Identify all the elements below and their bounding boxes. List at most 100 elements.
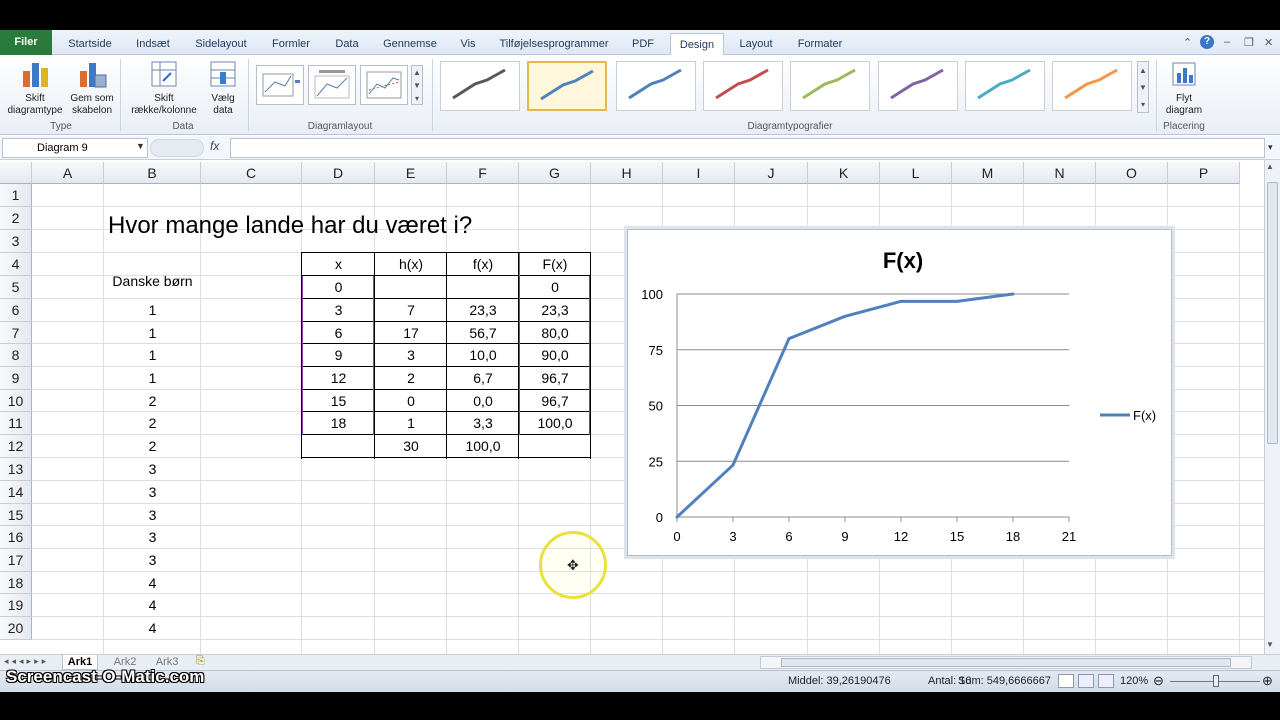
zoom-level[interactable]: 120% xyxy=(1120,675,1148,687)
table-cell[interactable]: 3 xyxy=(302,302,375,318)
b-cell-value[interactable]: 3 xyxy=(104,507,201,523)
name-box[interactable]: Diagram 9 xyxy=(2,138,148,158)
expand-formula-icon[interactable]: ▾ xyxy=(1268,142,1273,153)
tab-pdf[interactable]: PDF xyxy=(626,33,660,55)
table-cell[interactable]: 6 xyxy=(302,325,375,341)
layout-gallery-scroll[interactable]: ▲ ▼ ▾ xyxy=(411,65,423,105)
column-header-i[interactable]: I xyxy=(663,162,735,184)
styles-gallery-scroll[interactable]: ▲ ▼ ▾ xyxy=(1137,61,1149,113)
column-header-o[interactable]: O xyxy=(1096,162,1168,184)
table-header-cell[interactable]: F(x) xyxy=(519,256,591,272)
b-cell-value[interactable]: 2 xyxy=(104,415,201,431)
b-cell-value[interactable]: 4 xyxy=(104,597,201,613)
table-cell[interactable]: 0 xyxy=(375,393,447,409)
b-cell-value[interactable]: 1 xyxy=(104,347,201,363)
table-cell[interactable]: 0 xyxy=(302,279,375,295)
table-cell[interactable]: 100,0 xyxy=(447,438,519,454)
row-header-19[interactable]: 19 xyxy=(0,594,32,617)
column-header-k[interactable]: K xyxy=(808,162,880,184)
chart-style-1[interactable] xyxy=(440,61,520,111)
row-header-3[interactable]: 3 xyxy=(0,230,32,253)
table-cell[interactable]: 96,7 xyxy=(519,393,591,409)
tab-formater[interactable]: Formater xyxy=(790,33,850,55)
table-cell[interactable]: 3,3 xyxy=(447,415,519,431)
row-header-8[interactable]: 8 xyxy=(0,344,32,367)
horizontal-scrollbar[interactable] xyxy=(760,656,1252,669)
table-cell[interactable]: 100,0 xyxy=(519,415,591,431)
row-header-14[interactable]: 14 xyxy=(0,481,32,504)
tab-tilfoejelsesprogrammer[interactable]: Tilføjelsesprogrammer xyxy=(492,33,616,55)
column-header-l[interactable]: L xyxy=(880,162,952,184)
danske-boern-header[interactable]: Danske børn xyxy=(104,273,201,289)
select-all-corner[interactable] xyxy=(0,162,32,184)
chart-style-8[interactable] xyxy=(1052,61,1132,111)
tab-formler[interactable]: Formler xyxy=(264,33,318,55)
row-header-5[interactable]: 5 xyxy=(0,276,32,299)
table-cell[interactable]: 1 xyxy=(375,415,447,431)
flyt-diagram-button[interactable]: Flyt diagram xyxy=(1160,57,1208,119)
layout-thumb-3[interactable] xyxy=(360,65,408,105)
row-header-10[interactable]: 10 xyxy=(0,390,32,412)
tab-filer[interactable]: Filer xyxy=(0,30,52,55)
column-header-p[interactable]: P xyxy=(1168,162,1240,184)
column-header-d[interactable]: D xyxy=(302,162,375,184)
table-header-cell[interactable]: x xyxy=(302,256,375,272)
chart-style-4[interactable] xyxy=(703,61,783,111)
tab-vis[interactable]: Vis xyxy=(454,33,482,55)
column-header-j[interactable]: J xyxy=(735,162,808,184)
b-cell-value[interactable]: 3 xyxy=(104,529,201,545)
tab-sidelayout[interactable]: Sidelayout xyxy=(188,33,254,55)
table-cell[interactable]: 9 xyxy=(302,347,375,363)
insert-function-icon[interactable]: fx xyxy=(210,139,219,153)
scroll-up-icon[interactable]: ▲ xyxy=(1266,162,1274,171)
column-header-e[interactable]: E xyxy=(375,162,447,184)
chart-style-5[interactable] xyxy=(790,61,870,111)
chart-style-3[interactable] xyxy=(616,61,696,111)
row-header-1[interactable]: 1 xyxy=(0,184,32,207)
b-cell-value[interactable]: 1 xyxy=(104,325,201,341)
page-break-view-icon[interactable] xyxy=(1098,674,1114,688)
column-header-n[interactable]: N xyxy=(1024,162,1096,184)
chart-style-2[interactable] xyxy=(527,61,607,111)
b-cell-value[interactable]: 3 xyxy=(104,484,201,500)
skift-raekke-kolonne-button[interactable]: Skift række/kolonne xyxy=(124,57,204,119)
layout-thumb-1[interactable] xyxy=(256,65,304,105)
minimize-icon[interactable]: – xyxy=(1224,36,1230,48)
vertical-scrollbar[interactable]: ▲ ▼ xyxy=(1264,160,1280,654)
row-header-17[interactable]: 17 xyxy=(0,549,32,572)
chart-style-6[interactable] xyxy=(878,61,958,111)
sheet-title-cell[interactable]: Hvor mange lande har du været i? xyxy=(108,212,472,240)
table-header-cell[interactable]: f(x) xyxy=(447,256,519,272)
tab-layout[interactable]: Layout xyxy=(732,33,780,55)
gem-som-skabelon-button[interactable]: Gem som skabelon xyxy=(66,57,118,119)
tab-startside[interactable]: Startside xyxy=(62,33,118,55)
horizontal-scroll-thumb[interactable] xyxy=(781,658,1231,667)
b-cell-value[interactable]: 1 xyxy=(104,302,201,318)
b-cell-value[interactable]: 2 xyxy=(104,438,201,454)
close-icon[interactable]: ✕ xyxy=(1264,36,1273,49)
row-header-6[interactable]: 6 xyxy=(0,299,32,322)
chart-object[interactable]: F(x) 0 25 50 75 100 0 3 6 9 12 15 18 21 F(x) xyxy=(627,229,1172,556)
zoom-slider-thumb[interactable] xyxy=(1213,675,1219,687)
table-cell[interactable]: 18 xyxy=(302,415,375,431)
vaelg-data-button[interactable]: Vælg data xyxy=(204,57,242,119)
column-header-f[interactable]: F xyxy=(447,162,519,184)
tab-data[interactable]: Data xyxy=(328,33,366,55)
row-header-7[interactable]: 7 xyxy=(0,322,32,344)
row-header-15[interactable]: 15 xyxy=(0,504,32,526)
row-header-2[interactable]: 2 xyxy=(0,207,32,230)
help-icon[interactable]: ? xyxy=(1200,35,1214,49)
table-cell[interactable]: 15 xyxy=(302,393,375,409)
table-header-cell[interactable]: h(x) xyxy=(375,256,447,272)
b-cell-value[interactable]: 3 xyxy=(104,552,201,568)
column-header-m[interactable]: M xyxy=(952,162,1024,184)
row-header-13[interactable]: 13 xyxy=(0,458,32,481)
scroll-down-icon[interactable]: ▼ xyxy=(1266,640,1274,649)
column-header-c[interactable]: C xyxy=(201,162,302,184)
table-cell[interactable]: 96,7 xyxy=(519,370,591,386)
table-cell[interactable]: 17 xyxy=(375,325,447,341)
b-cell-value[interactable]: 4 xyxy=(104,620,201,636)
b-cell-value[interactable]: 4 xyxy=(104,575,201,591)
row-header-20[interactable]: 20 xyxy=(0,617,32,640)
column-header-a[interactable]: A xyxy=(32,162,104,184)
